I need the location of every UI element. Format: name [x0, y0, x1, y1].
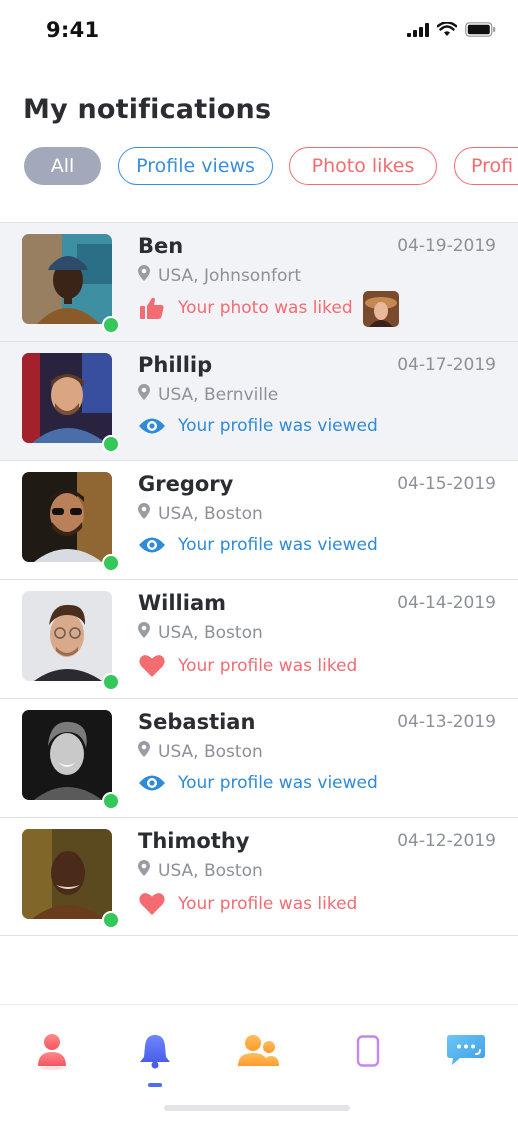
user-location: USA, Boston: [138, 741, 263, 762]
event-text: Your profile was liked: [178, 655, 358, 676]
friends-icon: [236, 1033, 280, 1073]
event-text: Your profile was viewed: [178, 535, 378, 555]
notification-date: 04-13-2019: [397, 712, 496, 732]
status-icons: [407, 21, 496, 41]
location-pin-icon: [138, 503, 150, 524]
user-location: USA, Boston: [138, 622, 263, 643]
tab-messages[interactable]: [444, 1031, 488, 1075]
eye-icon: [138, 774, 166, 792]
user-name[interactable]: William: [138, 591, 226, 615]
phone-icon: [356, 1035, 380, 1071]
location-text: USA, Boston: [158, 622, 263, 643]
user-name[interactable]: Phillip: [138, 353, 212, 377]
status-bar: 9:41: [0, 0, 518, 62]
notification-event: Your profile was viewed: [138, 416, 378, 436]
location-pin-icon: [138, 265, 150, 286]
notification-row[interactable]: Ben 04-19-2019 USA, Johnsonfort Your pho…: [0, 222, 518, 341]
bell-icon: [138, 1033, 172, 1073]
location-text: USA, Boston: [158, 503, 263, 524]
online-status-dot: [102, 911, 120, 929]
thumbs-up-icon: [138, 297, 166, 319]
eye-icon: [138, 536, 166, 554]
notification-date: 04-14-2019: [397, 593, 496, 613]
home-indicator[interactable]: [164, 1105, 350, 1111]
event-text: Your profile was viewed: [178, 773, 378, 793]
tab-profile[interactable]: [30, 1031, 74, 1075]
user-name[interactable]: Sebastian: [138, 710, 255, 734]
tab-friends[interactable]: [236, 1031, 280, 1075]
active-tab-indicator: [148, 1083, 162, 1087]
filter-chips: All Profile views Photo likes Profi: [24, 147, 518, 187]
liked-photo-thumbnail[interactable]: [363, 291, 399, 327]
page-title: My notifications: [23, 94, 272, 125]
notification-row[interactable]: Thimothy 04-12-2019 USA, Boston Your pro…: [0, 817, 518, 936]
tab-devices[interactable]: [346, 1031, 390, 1075]
heart-icon: [138, 654, 166, 677]
notification-event: Your profile was viewed: [138, 535, 378, 555]
tab-bar: [0, 1004, 518, 1122]
user-name[interactable]: Gregory: [138, 472, 233, 496]
user-name[interactable]: Ben: [138, 234, 183, 258]
event-text: Your profile was viewed: [178, 416, 378, 436]
user-name[interactable]: Thimothy: [138, 829, 249, 853]
location-text: USA, Boston: [158, 860, 263, 881]
filter-chip-photo-likes[interactable]: Photo likes: [289, 147, 437, 185]
avatar[interactable]: [22, 472, 120, 572]
avatar[interactable]: [22, 710, 120, 810]
tab-notifications[interactable]: [133, 1031, 177, 1075]
event-text: Your photo was liked: [178, 298, 353, 318]
online-status-dot: [102, 316, 120, 334]
notification-row[interactable]: William 04-14-2019 USA, Boston Your prof…: [0, 579, 518, 698]
heart-icon: [138, 892, 166, 915]
avatar[interactable]: [22, 234, 120, 334]
notification-row[interactable]: Sebastian 04-13-2019 USA, Boston Your pr…: [0, 698, 518, 817]
user-location: USA, Johnsonfort: [138, 265, 301, 286]
event-text: Your profile was liked: [178, 893, 358, 914]
avatar[interactable]: [22, 829, 120, 929]
wifi-icon: [436, 21, 458, 41]
notification-date: 04-12-2019: [397, 831, 496, 851]
notification-date: 04-17-2019: [397, 355, 496, 375]
status-time: 9:41: [46, 18, 100, 42]
filter-chip-all[interactable]: All: [24, 147, 101, 185]
notification-row[interactable]: Phillip 04-17-2019 USA, Bernville Your p…: [0, 341, 518, 460]
user-location: USA, Bernville: [138, 384, 278, 405]
online-status-dot: [102, 554, 120, 572]
location-pin-icon: [138, 384, 150, 405]
avatar[interactable]: [22, 591, 120, 691]
online-status-dot: [102, 792, 120, 810]
location-text: USA, Johnsonfort: [158, 265, 302, 286]
notification-date: 04-19-2019: [397, 236, 496, 256]
eye-icon: [138, 417, 166, 435]
notification-row[interactable]: Gregory 04-15-2019 USA, Boston Your prof…: [0, 460, 518, 579]
location-text: USA, Boston: [158, 741, 263, 762]
notification-event: Your profile was viewed: [138, 773, 378, 793]
chat-icon: [446, 1033, 486, 1073]
profile-icon: [36, 1032, 68, 1074]
location-text: USA, Bernville: [158, 384, 279, 405]
location-pin-icon: [138, 741, 150, 762]
location-pin-icon: [138, 622, 150, 643]
battery-icon: [465, 22, 496, 41]
filter-chip-profile-likes[interactable]: Profi: [454, 147, 518, 185]
user-location: USA, Boston: [138, 860, 263, 881]
notification-list: Ben 04-19-2019 USA, Johnsonfort Your pho…: [0, 222, 518, 936]
online-status-dot: [102, 673, 120, 691]
notification-event: Your profile was liked: [138, 892, 357, 915]
notification-event: Your profile was liked: [138, 654, 357, 677]
notification-date: 04-15-2019: [397, 474, 496, 494]
signal-icon: [407, 22, 429, 41]
filter-chip-profile-views[interactable]: Profile views: [118, 147, 273, 185]
notification-event: Your photo was liked: [138, 297, 353, 319]
online-status-dot: [102, 435, 120, 453]
location-pin-icon: [138, 860, 150, 881]
user-location: USA, Boston: [138, 503, 263, 524]
avatar[interactable]: [22, 353, 120, 453]
